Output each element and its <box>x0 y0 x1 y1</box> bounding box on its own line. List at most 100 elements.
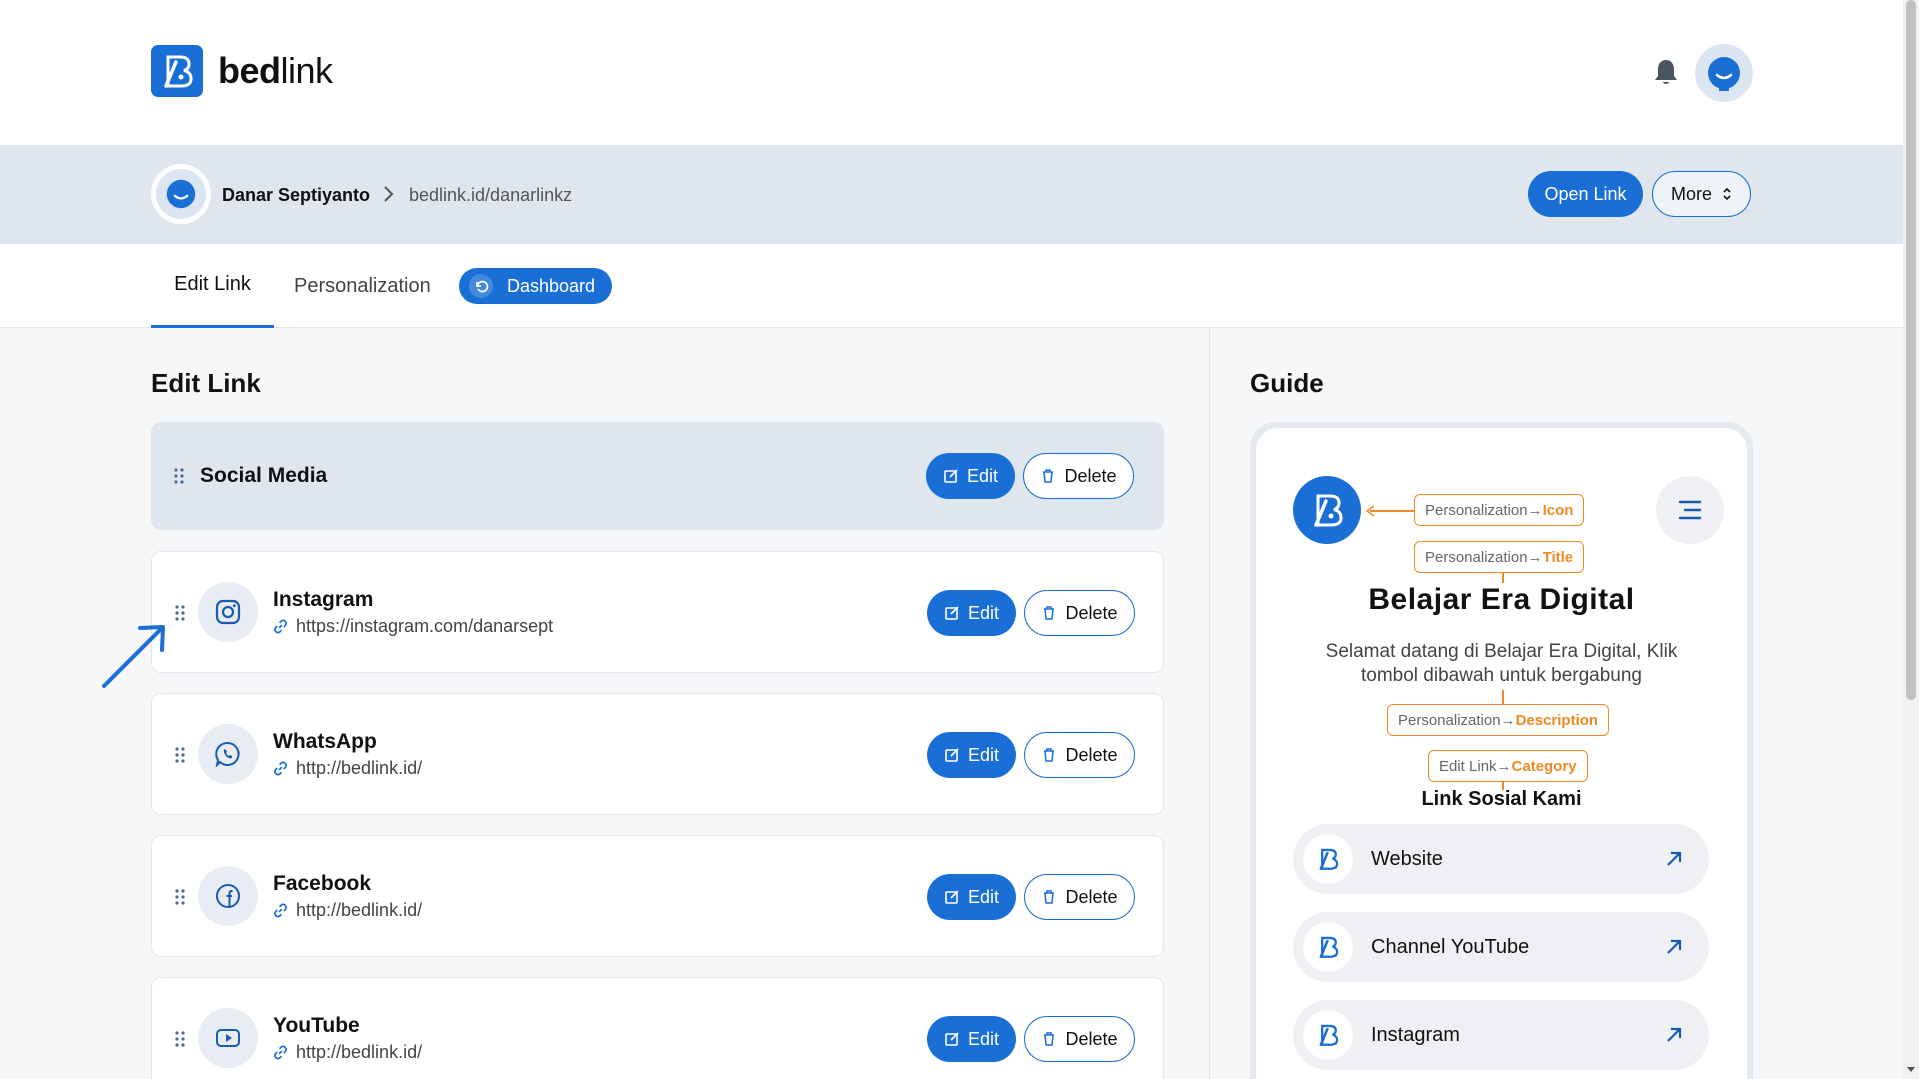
profile-name: Danar Septiyanto <box>222 185 371 205</box>
bedlink-logo-icon <box>151 45 203 97</box>
facebook-icon <box>198 866 258 926</box>
edit-icon <box>945 606 959 620</box>
edit-link-heading: Edit Link <box>151 368 261 398</box>
category-card: Social Media Edit Delete <box>151 422 1164 530</box>
drag-handle-icon[interactable] <box>173 467 185 485</box>
delete-button[interactable]: Delete <box>1023 453 1134 499</box>
edit-button[interactable]: Edit <box>927 1016 1016 1062</box>
bedlink-logo-icon <box>1303 1010 1353 1060</box>
link-card-facebook: Facebook http://bedlink.id/ Edit Delete <box>151 835 1164 957</box>
preview-link-label: Instagram <box>1371 1023 1460 1046</box>
guide-preview: Personalization→ Icon Personalization→ Tit… <box>1256 428 1747 1079</box>
preview-logo-icon <box>1293 476 1361 544</box>
trash-icon <box>1044 748 1055 762</box>
guide-tag-icon: Personalization→ Icon <box>1414 494 1585 526</box>
link-icon <box>274 761 287 776</box>
drag-handle-icon[interactable] <box>174 604 186 622</box>
orange-arrow-icon <box>1365 505 1375 517</box>
link-icon <box>274 903 287 918</box>
brand-logo[interactable]: bedlink <box>151 45 333 97</box>
delete-label: Delete <box>1065 744 1118 765</box>
edit-icon <box>945 748 959 762</box>
open-link-button[interactable]: Open Link <box>1528 171 1643 217</box>
delete-label: Delete <box>1065 886 1118 907</box>
delete-button[interactable]: Delete <box>1024 732 1135 778</box>
external-arrow-icon <box>1667 851 1682 866</box>
link-card-instagram: Instagram https://instagram.com/danarsep… <box>151 551 1164 673</box>
edit-icon <box>945 1032 959 1046</box>
instagram-icon <box>198 582 258 642</box>
edit-label: Edit <box>967 886 1000 907</box>
user-avatar[interactable] <box>1695 44 1753 102</box>
link-url: http://bedlink.id/ <box>273 1042 422 1063</box>
preview-link-youtube: Channel YouTube <box>1293 912 1709 982</box>
tab-personalization[interactable]: Personalization <box>294 244 431 328</box>
edit-button[interactable]: Edit <box>927 732 1016 778</box>
external-arrow-icon <box>1667 939 1682 954</box>
preview-link-instagram: Instagram <box>1293 1000 1709 1070</box>
trash-icon <box>1044 890 1055 904</box>
edit-button[interactable]: Edit <box>926 453 1015 499</box>
link-card-whatsapp: WhatsApp http://bedlink.id/ Edit Delete <box>151 693 1164 815</box>
delete-button[interactable]: Delete <box>1024 1016 1135 1062</box>
scroll-down-arrow-icon[interactable] <box>1905 1063 1917 1075</box>
link-title: YouTube <box>273 1014 360 1037</box>
link-icon <box>274 1045 287 1060</box>
link-title: WhatsApp <box>273 730 377 753</box>
preview-link-label: Channel YouTube <box>1371 935 1530 958</box>
link-title: Facebook <box>273 872 372 895</box>
edit-label: Edit <box>967 744 1000 765</box>
dashboard-label: Dashboard <box>507 275 596 296</box>
preview-description: Selamat datang di Belajar Era Digital, K… <box>1325 641 1678 686</box>
external-arrow-icon <box>1667 1027 1682 1042</box>
tab-bar: Edit Link Personalization Dashboard <box>0 244 1903 328</box>
whatsapp-icon <box>198 724 258 784</box>
preview-category: Link Sosial Kami <box>1421 788 1582 810</box>
guide-tag-title: Personalization→ Title <box>1414 541 1585 573</box>
link-card-youtube: YouTube http://bedlink.id/ Edit Delete <box>151 977 1164 1079</box>
drag-handle-icon[interactable] <box>174 888 186 906</box>
edit-button[interactable]: Edit <box>927 590 1016 636</box>
trash-icon <box>1044 606 1055 620</box>
edit-label: Edit <box>966 465 999 486</box>
brand-name: bedlink <box>218 50 333 91</box>
more-dropdown-button[interactable]: More <box>1652 171 1751 217</box>
back-arrow-icon <box>469 274 493 298</box>
scrollbar-thumb[interactable] <box>1906 0 1916 700</box>
guide-heading: Guide <box>1250 368 1324 398</box>
guide-tag-category: Edit Link→ Category <box>1428 750 1588 782</box>
edit-label: Edit <box>967 602 1000 623</box>
guide-connector <box>1502 690 1504 704</box>
bedlink-logo-icon <box>1303 922 1353 972</box>
trash-icon <box>1044 1032 1055 1046</box>
drag-handle-icon[interactable] <box>174 1030 186 1048</box>
trash-icon <box>1043 469 1054 483</box>
delete-label: Delete <box>1065 602 1118 623</box>
column-divider <box>1209 328 1210 1079</box>
guide-tag-description: Personalization→ Description <box>1387 704 1610 736</box>
top-header: bedlink <box>0 0 1903 145</box>
delete-label: Delete <box>1064 465 1117 486</box>
guide-connector <box>1370 510 1414 512</box>
tab-edit-link[interactable]: Edit Link <box>151 244 274 328</box>
notification-bell-icon[interactable] <box>1650 56 1682 88</box>
bedlink-logo-icon <box>1303 834 1353 884</box>
link-icon <box>274 619 287 634</box>
delete-button[interactable]: Delete <box>1024 590 1135 636</box>
youtube-icon <box>198 1008 258 1068</box>
link-url: http://bedlink.id/ <box>273 758 422 779</box>
delete-button[interactable]: Delete <box>1024 874 1135 920</box>
link-title: Instagram <box>273 588 374 611</box>
edit-icon <box>945 890 959 904</box>
more-label: More <box>1670 183 1712 204</box>
breadcrumb-chevron-icon <box>382 183 396 205</box>
edit-icon <box>944 469 958 483</box>
profile-url[interactable]: bedlink.id/danarlinkz <box>409 185 572 206</box>
link-url: https://instagram.com/danarsept <box>273 616 553 637</box>
dashboard-button[interactable]: Dashboard <box>459 268 612 304</box>
drag-handle-icon[interactable] <box>174 746 186 764</box>
edit-button[interactable]: Edit <box>927 874 1016 920</box>
guide-connector <box>1502 573 1504 583</box>
preview-title: Belajar Era Digital <box>1368 583 1635 616</box>
delete-label: Delete <box>1065 1028 1118 1049</box>
